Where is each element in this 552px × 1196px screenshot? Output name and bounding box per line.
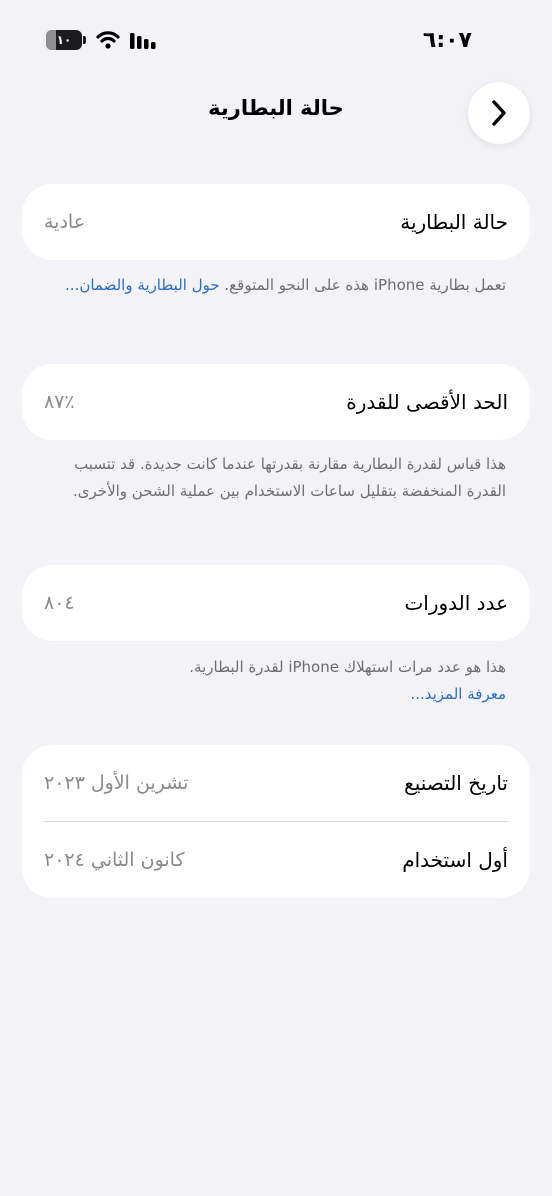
page-title: حالة البطارية [208,96,344,120]
wifi-icon [96,31,120,49]
manufacture-date-value: تشرين الأول ٢٠٢٣ [44,772,189,794]
first-use-row: أول استخدام كانون الثاني ٢٠٢٤ [22,822,530,898]
max-capacity-note: هذا قياس لقدرة البطارية مقارنة بقدرتها ع… [73,455,506,500]
battery-health-label: حالة البطارية [400,210,508,234]
battery-health-row: حالة البطارية عادية [22,184,530,260]
first-use-value: كانون الثاني ٢٠٢٤ [44,849,185,871]
learn-more-link[interactable]: معرفة المزيد... [40,681,506,708]
cellular-signal-icon [130,33,156,49]
cycle-count-note: هذا هو عدد مرات استهلاك iPhone لقدرة الب… [40,654,506,708]
manufacture-date-row: تاريخ التصنيع تشرين الأول ٢٠٢٣ [22,745,530,821]
battery-health-card: حالة البطارية عادية [22,184,530,260]
dates-card: تاريخ التصنيع تشرين الأول ٢٠٢٣ أول استخد… [22,745,530,898]
cycle-count-row: عدد الدورات ٨٠٤ [22,565,530,641]
cycle-count-label: عدد الدورات [404,591,508,615]
cycle-count-note-text: هذا هو عدد مرات استهلاك iPhone لقدرة الب… [189,658,506,676]
status-bar: ٦:٠٧ ١٠ [0,0,552,80]
max-capacity-row: الحد الأقصى للقدرة ٪٨٧ [22,364,530,440]
battery-health-value: عادية [44,211,86,233]
first-use-label: أول استخدام [402,848,508,872]
max-capacity-card: الحد الأقصى للقدرة ٪٨٧ [22,364,530,440]
cycle-count-card: عدد الدورات ٨٠٤ [22,565,530,641]
battery-warranty-link[interactable]: حول البطارية والضمان... [65,276,220,294]
battery-health-note-text: تعمل بطارية iPhone هذه على النحو المتوقع… [219,276,506,294]
cycle-count-value: ٨٠٤ [44,592,75,614]
status-time: ٦:٠٧ [422,28,472,53]
battery-health-note: تعمل بطارية iPhone هذه على النحو المتوقع… [40,272,506,299]
status-icons: ١٠ [46,30,158,50]
battery-icon: ١٠ [46,30,82,50]
max-capacity-value: ٪٨٧ [44,391,75,413]
battery-level: ١٠ [56,33,72,47]
manufacture-date-label: تاريخ التصنيع [404,771,508,795]
max-capacity-label: الحد الأقصى للقدرة [346,390,508,414]
